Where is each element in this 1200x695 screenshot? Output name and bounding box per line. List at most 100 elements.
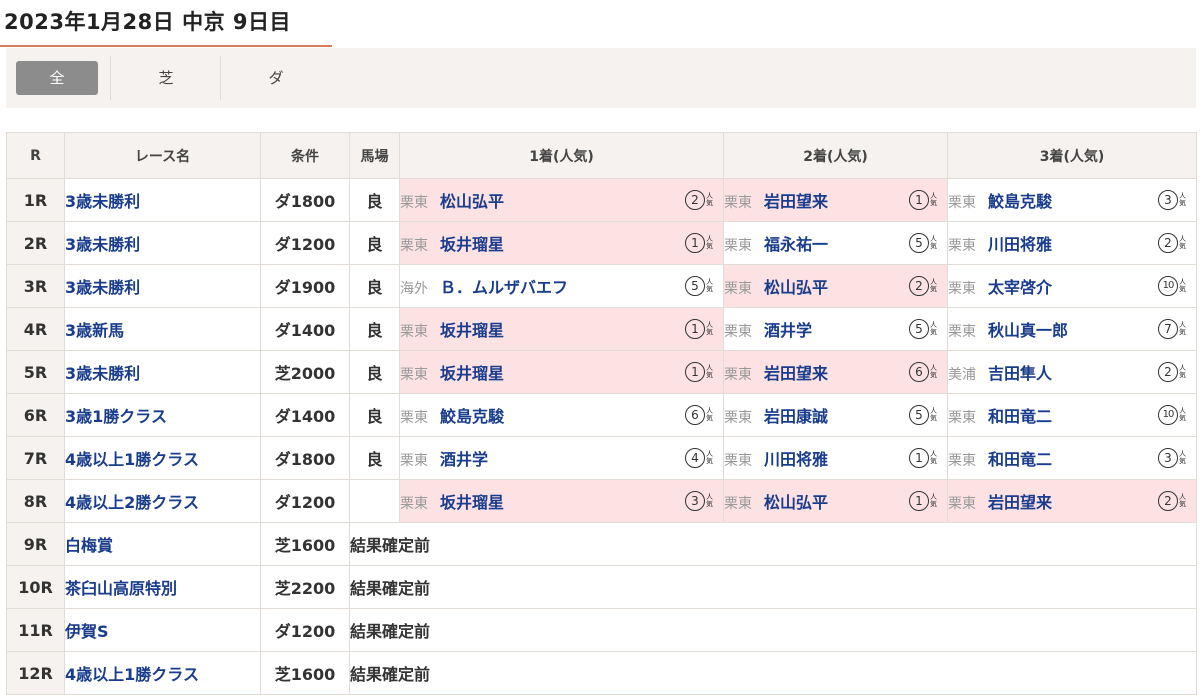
popularity-rank: 6 xyxy=(685,405,705,425)
race-name-cell: 白梅賞 xyxy=(64,522,261,566)
race-name-link[interactable]: 白梅賞 xyxy=(65,536,113,555)
track-condition: 良 xyxy=(349,436,400,480)
race-name-link[interactable]: 4歳以上1勝クラス xyxy=(65,450,199,469)
first-place-cell: 海外 Ｂ．ムルザバエフ 5 人気 xyxy=(399,264,724,308)
jockey-name-link[interactable]: 酒井学 xyxy=(440,450,488,469)
race-name-cell: 4歳以上1勝クラス xyxy=(64,436,261,480)
jockey-affiliation: 栗東 xyxy=(400,238,428,254)
jockey-name-link[interactable]: 松山弘平 xyxy=(764,278,828,297)
race-name-cell: 3歳1勝クラス xyxy=(64,393,261,437)
jockey-name-link[interactable]: 吉田隼人 xyxy=(988,364,1052,383)
first-place-cell: 栗東 坂井瑠星 1 人気 xyxy=(399,221,724,265)
jockey-name-link[interactable]: 坂井瑠星 xyxy=(440,364,504,383)
race-number: 9R xyxy=(6,522,65,566)
jockey-name-link[interactable]: 岩田望来 xyxy=(988,493,1052,512)
popularity-rank: 2 xyxy=(685,190,705,210)
filter-tab-turf[interactable]: 芝 xyxy=(116,61,216,95)
jockey-affiliation: 栗東 xyxy=(724,410,752,426)
header-condition: 条件 xyxy=(260,132,350,179)
result-pending: 結果確定前 xyxy=(349,522,1197,566)
jockey-name-link[interactable]: 坂井瑠星 xyxy=(440,321,504,340)
race-name-cell: 茶臼山高原特別 xyxy=(64,565,261,609)
jockey-affiliation: 栗東 xyxy=(400,496,428,512)
third-place-cell: 栗東 川田将雅 2 人気 xyxy=(947,221,1197,265)
popularity-rank: 2 xyxy=(1158,491,1178,511)
popularity-label: 人気 xyxy=(930,321,937,336)
track-filter-bar: 全 芝 ダ xyxy=(6,48,1196,108)
jockey-name-link[interactable]: 和田竜二 xyxy=(988,450,1052,469)
jockey-name-link[interactable]: Ｂ．ムルザバエフ xyxy=(440,278,568,297)
table-row: 2R 3歳未勝利 ダ1200 良栗東 坂井瑠星 1 人気 栗東 福永祐一 5 人気 栗東 川田将雅 2 人気 xyxy=(6,221,1197,265)
jockey-name-link[interactable]: 川田将雅 xyxy=(988,235,1052,254)
race-name-link[interactable]: 伊賀S xyxy=(65,622,109,641)
jockey-affiliation: 栗東 xyxy=(948,410,976,426)
jockey-affiliation: 美浦 xyxy=(948,367,976,383)
jockey-name-link[interactable]: 坂井瑠星 xyxy=(440,235,504,254)
table-header-row: R レース名 条件 馬場 1着(人気) 2着(人気) 3着(人気) xyxy=(6,132,1197,179)
table-row: 5R 3歳未勝利 芝2000 良栗東 坂井瑠星 1 人気 栗東 岩田望来 6 人気 美浦 吉田隼人 2 人気 xyxy=(6,350,1197,394)
filter-tab-all[interactable]: 全 xyxy=(16,61,98,95)
jockey-affiliation: 栗東 xyxy=(948,195,976,211)
race-name-link[interactable]: 3歳未勝利 xyxy=(65,192,140,211)
race-condition: ダ1400 xyxy=(260,393,350,437)
race-name-link[interactable]: 3歳未勝利 xyxy=(65,278,140,297)
track-condition: 良 xyxy=(349,307,400,351)
filter-tab-dirt[interactable]: ダ xyxy=(226,61,326,95)
race-name-link[interactable]: 3歳1勝クラス xyxy=(65,407,167,426)
popularity-badge: 4 人気 xyxy=(685,448,713,468)
jockey-name-link[interactable]: 福永祐一 xyxy=(764,235,828,254)
race-condition: ダ1400 xyxy=(260,307,350,351)
title-underline xyxy=(0,45,332,47)
popularity-rank: 5 xyxy=(909,319,929,339)
race-name-link[interactable]: 4歳以上1勝クラス xyxy=(65,665,199,684)
table-row: 7R 4歳以上1勝クラス ダ1800 良栗東 酒井学 4 人気 栗東 川田将雅 1 人気 栗東 和田竜二… xyxy=(6,436,1197,480)
race-name-cell: 3歳未勝利 xyxy=(64,221,261,265)
popularity-badge: 10 人気 xyxy=(1158,405,1186,425)
jockey-name-link[interactable]: 坂井瑠星 xyxy=(440,493,504,512)
second-place-cell: 栗東 岩田望来 6 人気 xyxy=(723,350,948,394)
jockey-name-link[interactable]: 松山弘平 xyxy=(764,493,828,512)
jockey-name-link[interactable]: 酒井学 xyxy=(764,321,812,340)
filter-divider xyxy=(220,56,221,100)
jockey-name-link[interactable]: 岩田康誠 xyxy=(764,407,828,426)
race-name-link[interactable]: 3歳新馬 xyxy=(65,321,124,340)
popularity-badge: 1 人気 xyxy=(685,319,713,339)
jockey-name-link[interactable]: 秋山真一郎 xyxy=(988,321,1068,340)
jockey-name-link[interactable]: 川田将雅 xyxy=(764,450,828,469)
race-name-link[interactable]: 4歳以上2勝クラス xyxy=(65,493,199,512)
popularity-label: 人気 xyxy=(706,235,713,250)
first-place-cell: 栗東 坂井瑠星 1 人気 xyxy=(399,307,724,351)
popularity-badge: 1 人気 xyxy=(685,233,713,253)
jockey-name-link[interactable]: 和田竜二 xyxy=(988,407,1052,426)
race-name-link[interactable]: 3歳未勝利 xyxy=(65,364,140,383)
track-condition: 良 xyxy=(349,178,400,222)
jockey-affiliation: 栗東 xyxy=(724,453,752,469)
jockey-name-link[interactable]: 岩田望来 xyxy=(764,364,828,383)
race-name-link[interactable]: 3歳未勝利 xyxy=(65,235,140,254)
popularity-badge: 3 人気 xyxy=(1158,448,1186,468)
jockey-name-link[interactable]: 鮫島克駿 xyxy=(988,192,1052,211)
race-rows: 1R 3歳未勝利 ダ1800 良栗東 松山弘平 2 人気 栗東 岩田望来 1 人気 栗東 鮫島克駿 3 人気… xyxy=(6,178,1197,695)
track-condition: 良 xyxy=(349,350,400,394)
popularity-badge: 5 人気 xyxy=(909,405,937,425)
popularity-label: 人気 xyxy=(706,407,713,422)
race-name-cell: 伊賀S xyxy=(64,608,261,652)
popularity-label: 人気 xyxy=(930,192,937,207)
jockey-affiliation: 栗東 xyxy=(948,238,976,254)
jockey-affiliation: 栗東 xyxy=(400,324,428,340)
race-number: 12R xyxy=(6,651,65,695)
race-name-link[interactable]: 茶臼山高原特別 xyxy=(65,579,177,598)
header-third-place: 3着(人気) xyxy=(947,132,1197,179)
race-number: 4R xyxy=(6,307,65,351)
popularity-badge: 5 人気 xyxy=(909,319,937,339)
jockey-affiliation: 栗東 xyxy=(948,453,976,469)
jockey-name-link[interactable]: 太宰啓介 xyxy=(988,278,1052,297)
jockey-name-link[interactable]: 岩田望来 xyxy=(764,192,828,211)
jockey-name-link[interactable]: 鮫島克駿 xyxy=(440,407,504,426)
jockey-affiliation: 栗東 xyxy=(724,324,752,340)
track-condition: 良 xyxy=(349,221,400,265)
jockey-name-link[interactable]: 松山弘平 xyxy=(440,192,504,211)
popularity-label: 人気 xyxy=(930,278,937,293)
race-condition: 芝1600 xyxy=(260,522,350,566)
first-place-cell: 栗東 松山弘平 2 人気 xyxy=(399,178,724,222)
